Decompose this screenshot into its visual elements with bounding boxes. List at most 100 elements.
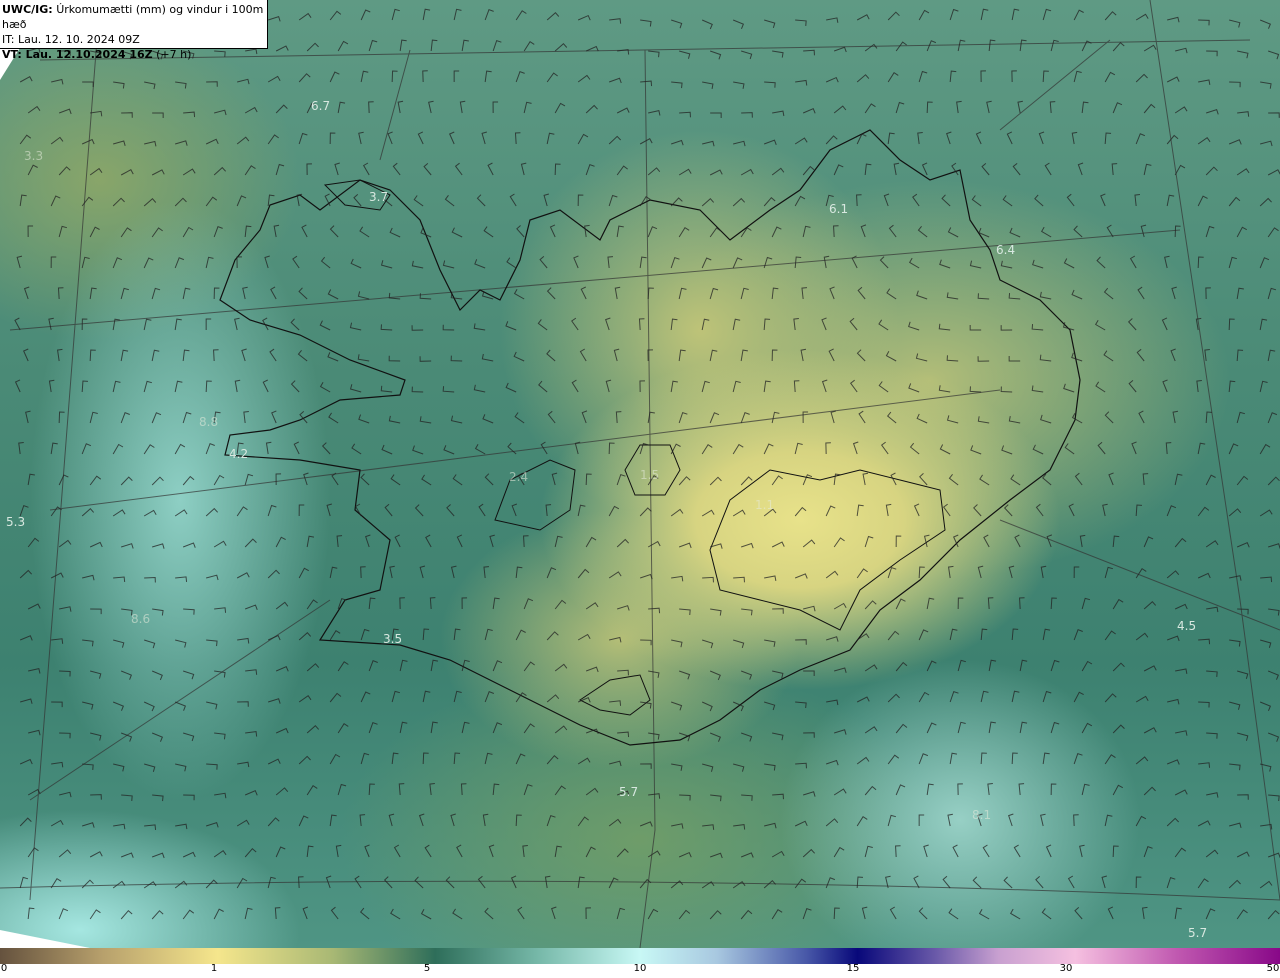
wind-barb [1260,81,1272,89]
wind-barb [143,318,152,331]
wind-barb [1197,878,1209,889]
wind-barb [956,100,962,114]
wind-barb [615,411,622,424]
wind-barb [182,851,196,858]
wind-barb [1077,162,1084,176]
wind-barb [546,567,557,579]
wind-barb [549,224,556,238]
wind-barb [1129,255,1137,269]
wind-barb [1260,140,1273,147]
wind-barb [1009,908,1021,920]
wind-barb [639,380,645,393]
wind-barb [329,71,340,83]
wind-barb [58,908,69,920]
wind-barb [1175,730,1188,736]
wind-barb [143,509,157,517]
wind-barb [112,380,121,393]
wind-barb [546,11,560,21]
wind-barb [1143,845,1153,858]
wind-barb [1103,350,1114,362]
wind-barb [828,348,835,362]
wind-barb [949,752,958,765]
wind-barb [793,380,800,393]
wind-barb [113,576,126,583]
wind-barb [1198,19,1210,26]
wind-barb [81,507,95,517]
wind-barb [1167,698,1180,705]
wind-barb [1050,783,1057,796]
wind-barb [353,194,362,207]
wind-barb [1206,606,1219,613]
wind-barb [1260,576,1273,583]
wind-barb [183,111,196,118]
wind-barb [523,783,533,796]
wind-barb [27,907,35,920]
wind-barb [461,597,468,610]
wind-barb [1135,13,1149,21]
wind-barb [670,318,678,331]
wind-barb [364,844,370,858]
wind-barb [856,816,868,827]
wind-barb [1095,381,1106,393]
wind-barb [895,784,906,796]
wind-barb [763,196,776,207]
wind-barb [983,534,990,548]
wind-barb [514,412,525,424]
wind-barb [1066,193,1075,207]
wind-barb [702,140,715,147]
wind-barb [701,444,713,455]
wind-barb [1267,287,1277,300]
wind-barb [453,628,461,641]
wind-barb [1042,8,1052,21]
wind-barb [484,752,493,765]
wind-barb [14,317,21,331]
wind-barb [244,106,258,114]
wind-barb [1135,133,1146,145]
wind-barb [616,225,624,238]
wind-barb [671,823,684,829]
wind-barb [912,193,920,207]
wind-barb [825,505,836,517]
wind-barb [913,503,920,517]
precip-value: 5.7 [619,785,639,799]
wind-barb [537,319,548,331]
wind-barb [554,42,568,52]
wind-barb [617,669,629,676]
wind-barb [608,194,618,207]
wind-barb [764,763,776,771]
wind-barb [1259,197,1272,207]
wind-barb [741,608,753,616]
wind-barb [1135,73,1148,83]
wind-barb [733,81,745,89]
wind-barb [741,112,753,118]
wind-barb [571,317,579,331]
wind-barb [1071,352,1083,362]
wind-barb [213,226,223,238]
wind-barb [640,701,652,709]
wind-barb [298,132,308,145]
wind-barb [1050,659,1060,672]
wind-barb [554,785,566,796]
wind-barb [399,39,407,52]
wind-barb [1205,166,1218,176]
wind-barb [648,670,660,678]
wind-barb [399,597,405,610]
wind-barb [988,39,996,52]
wind-barb [473,384,486,393]
wind-barb [445,876,455,889]
wind-barb [546,694,560,703]
wind-barb [1073,629,1083,641]
wind-barb [1236,349,1244,362]
wind-barb [585,163,595,176]
wind-barb [833,164,844,176]
wind-barb [398,783,405,796]
wind-barb [442,260,455,269]
wind-barb [1050,721,1060,734]
wind-barb [1035,503,1044,517]
no-data-corner [0,930,90,948]
wind-barb [709,349,718,362]
wind-barb [1259,701,1272,711]
wind-barb [381,444,393,455]
wind-barb [1031,324,1044,331]
wind-barb [368,597,376,610]
